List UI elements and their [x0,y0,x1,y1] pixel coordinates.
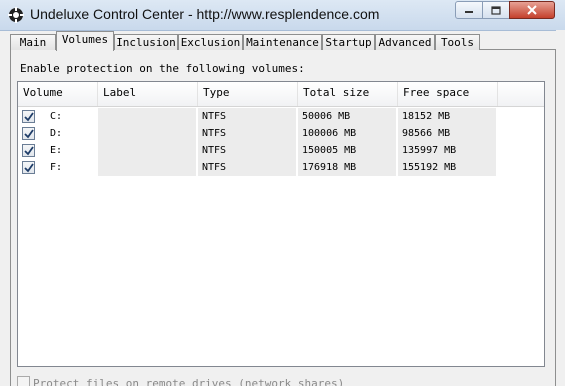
tab-exclusion[interactable]: Exclusion [178,34,243,50]
type-cell: NTFS [198,125,296,142]
window-title: Undeluxe Control Center - http://www.res… [30,6,380,22]
volumes-list[interactable]: Volume Label Type Total size Free space … [17,81,545,367]
total-size-cell: 50006 MB [298,108,396,125]
total-size-cell: 100006 MB [298,125,396,142]
table-row[interactable]: E: NTFS 150005 MB 135997 MB [18,142,498,159]
remote-drives-label: Protect files on remote drives (network … [33,377,345,386]
volume-name: E: [50,145,63,156]
type-cell: NTFS [198,108,296,125]
total-size-cell: 176918 MB [298,159,396,176]
volume-name: D: [50,128,63,139]
close-icon [527,5,537,15]
table-row[interactable]: D: NTFS 100006 MB 98566 MB [18,125,498,142]
window-edge [556,30,565,386]
volume-cell: C: [18,108,96,125]
label-cell [98,108,196,125]
column-header-free-space[interactable]: Free space [398,82,498,106]
volume-checkbox[interactable] [22,161,35,174]
label-cell [98,142,196,159]
column-header-total-size[interactable]: Total size [298,82,398,106]
column-header-type[interactable]: Type [198,82,298,106]
tab-tools[interactable]: Tools [435,34,480,50]
column-header-volume[interactable]: Volume [18,82,98,106]
tab-inclusion[interactable]: Inclusion [114,34,178,50]
tab-advanced[interactable]: Advanced [375,34,435,50]
remote-drives-option[interactable]: Protect files on remote drives (network … [17,376,344,386]
maximize-button[interactable] [482,1,510,19]
volumes-caption: Enable protection on the following volum… [20,62,305,75]
table-row[interactable]: F: NTFS 176918 MB 155192 MB [18,159,498,176]
minimize-button[interactable] [455,1,483,19]
checkmark-icon [24,163,34,173]
close-button[interactable] [509,1,555,19]
volume-name: F: [50,162,63,173]
volume-name: C: [50,111,63,122]
remote-drives-checkbox[interactable] [17,376,30,386]
volume-checkbox[interactable] [22,127,35,140]
checkmark-icon [24,146,34,156]
free-space-cell: 18152 MB [398,108,496,125]
type-cell: NTFS [198,159,296,176]
volume-cell: F: [18,159,96,176]
table-row[interactable]: C: NTFS 50006 MB 18152 MB [18,108,498,125]
volume-checkbox[interactable] [22,144,35,157]
title-bar[interactable]: Undeluxe Control Center - http://www.res… [0,0,565,31]
app-window: Undeluxe Control Center - http://www.res… [0,0,565,386]
tab-maintenance[interactable]: Maintenance [243,34,322,50]
type-cell: NTFS [198,142,296,159]
total-size-cell: 150005 MB [298,142,396,159]
checkmark-icon [24,129,34,139]
maximize-icon [491,5,501,15]
checkmark-icon [24,112,34,122]
volume-cell: E: [18,142,96,159]
tab-volumes[interactable]: Volumes [56,31,114,51]
free-space-cell: 155192 MB [398,159,496,176]
tab-startup[interactable]: Startup [322,34,375,50]
tab-main[interactable]: Main [10,34,56,50]
column-header-label[interactable]: Label [98,82,198,106]
label-cell [98,159,196,176]
volume-checkbox[interactable] [22,110,35,123]
free-space-cell: 98566 MB [398,125,496,142]
app-icon [8,7,24,23]
label-cell [98,125,196,142]
free-space-cell: 135997 MB [398,142,496,159]
minimize-icon [465,11,473,13]
volume-cell: D: [18,125,96,142]
list-header: Volume Label Type Total size Free space [18,82,544,107]
